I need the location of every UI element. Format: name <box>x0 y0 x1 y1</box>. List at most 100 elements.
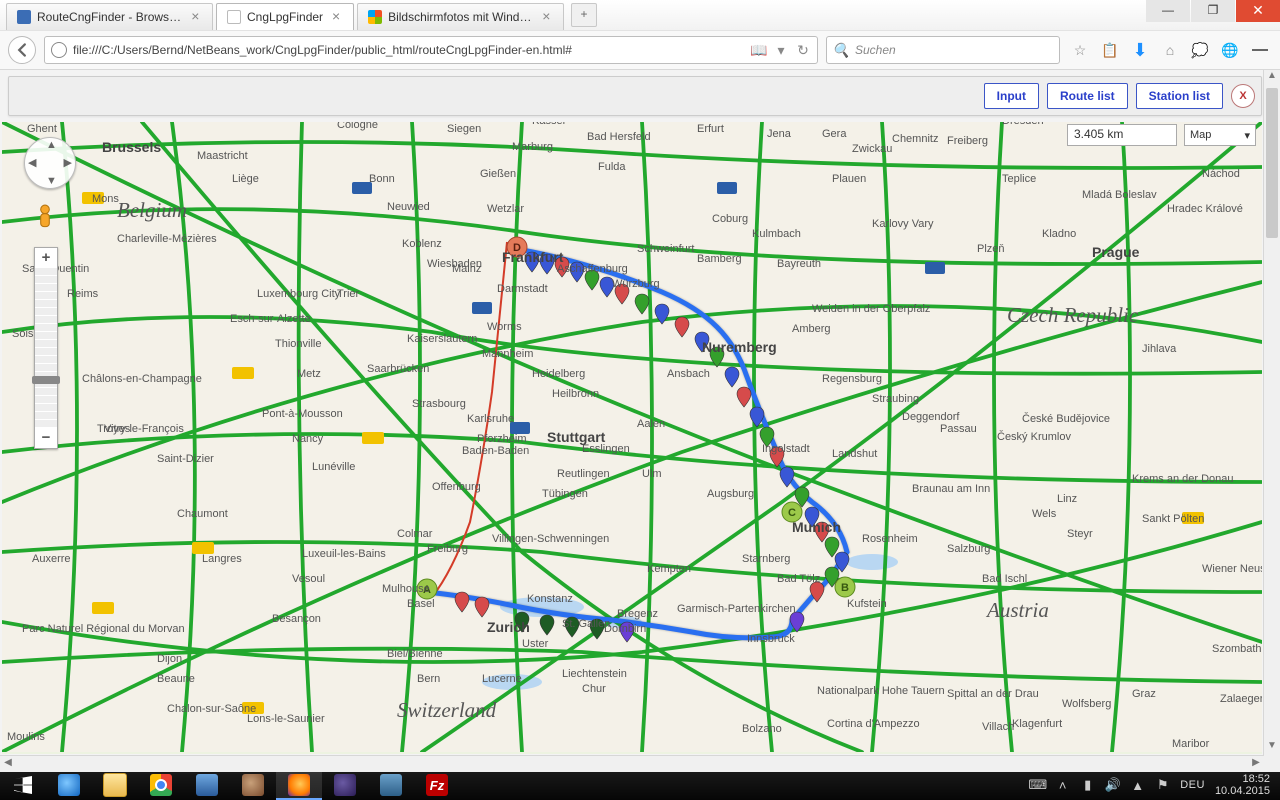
address-bar[interactable]: file:///C:/Users/Bernd/NetBeans_work/Cng… <box>44 36 818 64</box>
svg-text:Luxeuil-les-Bains: Luxeuil-les-Bains <box>302 548 386 560</box>
svg-text:Vitry-le-François: Vitry-le-François <box>104 423 184 435</box>
tab-routecngfinder[interactable]: RouteCngFinder - Browse … × <box>6 3 213 30</box>
map-type-label: Map <box>1190 129 1211 141</box>
map-type-selector[interactable]: Map ▾ <box>1184 124 1256 146</box>
back-button[interactable] <box>8 36 36 64</box>
taskbar-virtualbox[interactable] <box>184 770 230 800</box>
map-zoom-control[interactable]: + − <box>34 247 58 449</box>
tab-cnglpgfinder[interactable]: CngLpgFinder × <box>216 3 354 30</box>
taskbar-filezilla[interactable]: Fz <box>414 770 460 800</box>
horizontal-scrollbar[interactable]: ◀ ▶ <box>0 755 1264 772</box>
globe-icon <box>51 42 67 58</box>
svg-text:Freiburg: Freiburg <box>427 543 468 555</box>
svg-text:Amberg: Amberg <box>792 323 831 335</box>
close-window-button[interactable]: ✕ <box>1236 0 1280 22</box>
pan-down-icon[interactable]: ▼ <box>46 175 57 187</box>
clipboard-icon[interactable]: 📋 <box>1102 42 1118 58</box>
zoom-out-button[interactable]: − <box>35 428 57 448</box>
map-pan-control[interactable]: ▲ ▼ ◀ ▶ <box>24 137 76 189</box>
pan-up-icon[interactable]: ▲ <box>46 139 57 151</box>
svg-text:Saarbrücken: Saarbrücken <box>367 363 429 375</box>
svg-text:Pont-à-Mousson: Pont-à-Mousson <box>262 408 343 420</box>
route-list-button[interactable]: Route list <box>1047 83 1128 109</box>
streetview-pegman-icon[interactable] <box>34 204 56 232</box>
tab-close-icon[interactable]: × <box>189 10 202 24</box>
distance-readout: 3.405 km <box>1067 124 1177 146</box>
tab-bildschirmfotos[interactable]: Bildschirmfotos mit Windo… × <box>357 3 564 30</box>
close-panel-button[interactable]: X <box>1231 84 1255 108</box>
svg-text:Spittal an der Drau: Spittal an der Drau <box>947 688 1039 700</box>
arrow-left-icon <box>15 43 29 57</box>
reader-mode-icon[interactable]: 📖 <box>751 42 767 58</box>
svg-text:Nationalpark Hohe Tauern: Nationalpark Hohe Tauern <box>817 685 945 697</box>
tray-clock[interactable]: 18:52 10.04.2015 <box>1215 773 1272 797</box>
tray-chevron-up-icon[interactable]: ˄ <box>1055 778 1070 793</box>
station-list-button[interactable]: Station list <box>1136 83 1223 109</box>
svg-text:Deggendorf: Deggendorf <box>902 411 960 423</box>
tab-close-icon[interactable]: × <box>540 10 554 24</box>
svg-text:Wiener Neustadt: Wiener Neustadt <box>1202 563 1262 575</box>
new-tab-button[interactable]: + <box>571 3 597 27</box>
svg-text:České Budějovice: České Budějovice <box>1022 412 1110 425</box>
svg-text:Frankfurt: Frankfurt <box>502 249 564 265</box>
svg-text:Ghent: Ghent <box>27 123 57 135</box>
scroll-down-icon[interactable]: ▼ <box>1264 740 1280 756</box>
hamburger-menu-icon[interactable] <box>1252 42 1268 58</box>
taskbar-eclipse[interactable] <box>322 770 368 800</box>
zoom-handle[interactable] <box>32 376 60 384</box>
chat-icon[interactable]: 💭 <box>1192 42 1208 58</box>
svg-text:Kladno: Kladno <box>1042 228 1076 240</box>
zoom-in-button[interactable]: + <box>35 248 57 268</box>
scroll-up-icon[interactable]: ▲ <box>1264 70 1280 86</box>
svg-text:Erfurt: Erfurt <box>697 123 724 135</box>
home-icon[interactable]: ⌂ <box>1162 42 1178 58</box>
pan-right-icon[interactable]: ▶ <box>64 156 72 169</box>
tab-label: Bildschirmfotos mit Windo… <box>388 10 533 24</box>
globe-toolbar-icon[interactable]: 🌐 <box>1222 42 1238 58</box>
reload-icon[interactable]: ↻ <box>795 42 811 58</box>
scroll-right-icon[interactable]: ▶ <box>1248 756 1264 772</box>
tray-network-icon[interactable]: ▲ <box>1130 778 1145 793</box>
dropdown-icon[interactable]: ▾ <box>773 42 789 58</box>
taskbar-chrome[interactable] <box>138 770 184 800</box>
svg-text:Strasbourg: Strasbourg <box>412 398 466 410</box>
windows-taskbar: Fz ⌨ ˄ ▮ 🔊 ▲ ⚑ DEU 18:52 10.04.2015 <box>0 770 1280 800</box>
tray-battery-icon[interactable]: ▮ <box>1080 778 1095 793</box>
svg-text:Innsbruck: Innsbruck <box>747 633 795 645</box>
input-button[interactable]: Input <box>984 83 1039 109</box>
search-bar[interactable]: 🔍 Suchen <box>826 36 1060 64</box>
taskbar-firefox[interactable] <box>276 770 322 800</box>
bookmark-star-icon[interactable]: ☆ <box>1072 42 1088 58</box>
scroll-left-icon[interactable]: ◀ <box>0 756 16 772</box>
maximize-button[interactable]: ❐ <box>1191 0 1235 22</box>
download-icon[interactable]: ⬇ <box>1132 42 1148 58</box>
svg-text:Lucerne: Lucerne <box>482 673 522 685</box>
pan-left-icon[interactable]: ◀ <box>28 156 36 169</box>
tray-keyboard-icon[interactable]: ⌨ <box>1030 778 1045 793</box>
taskbar-explorer[interactable] <box>92 770 138 800</box>
svg-text:Weiden in der Oberpfalz: Weiden in der Oberpfalz <box>812 303 930 315</box>
tray-language[interactable]: DEU <box>1180 779 1205 791</box>
start-button[interactable] <box>0 770 46 800</box>
scroll-thumb[interactable] <box>1266 88 1278 238</box>
svg-text:Jena: Jena <box>767 128 792 140</box>
vertical-scrollbar[interactable]: ▲ ▼ <box>1263 70 1280 772</box>
taskbar-gimp[interactable] <box>230 770 276 800</box>
map-canvas[interactable]: A B C D Brussels Maastricht Cologne Sieg… <box>2 122 1262 754</box>
tray-volume-icon[interactable]: 🔊 <box>1105 778 1120 793</box>
favicon-blank-icon <box>227 10 241 24</box>
taskbar-mysql[interactable] <box>368 770 414 800</box>
svg-text:Marburg: Marburg <box>512 141 553 153</box>
svg-text:Esch-sur-Alzette: Esch-sur-Alzette <box>230 313 311 325</box>
svg-text:Luxembourg City: Luxembourg City <box>257 288 341 300</box>
taskbar-ie[interactable] <box>46 770 92 800</box>
minimize-button[interactable]: — <box>1146 0 1190 22</box>
svg-text:Kufstein: Kufstein <box>847 598 887 610</box>
map-svg: A B C D Brussels Maastricht Cologne Sieg… <box>2 122 1262 752</box>
zoom-slider[interactable] <box>35 268 57 428</box>
svg-text:Siegen: Siegen <box>447 123 481 135</box>
tray-action-center-icon[interactable]: ⚑ <box>1155 778 1170 793</box>
svg-text:Dijon: Dijon <box>157 653 182 665</box>
svg-text:Landshut: Landshut <box>832 448 877 460</box>
tab-close-icon[interactable]: × <box>329 10 343 24</box>
